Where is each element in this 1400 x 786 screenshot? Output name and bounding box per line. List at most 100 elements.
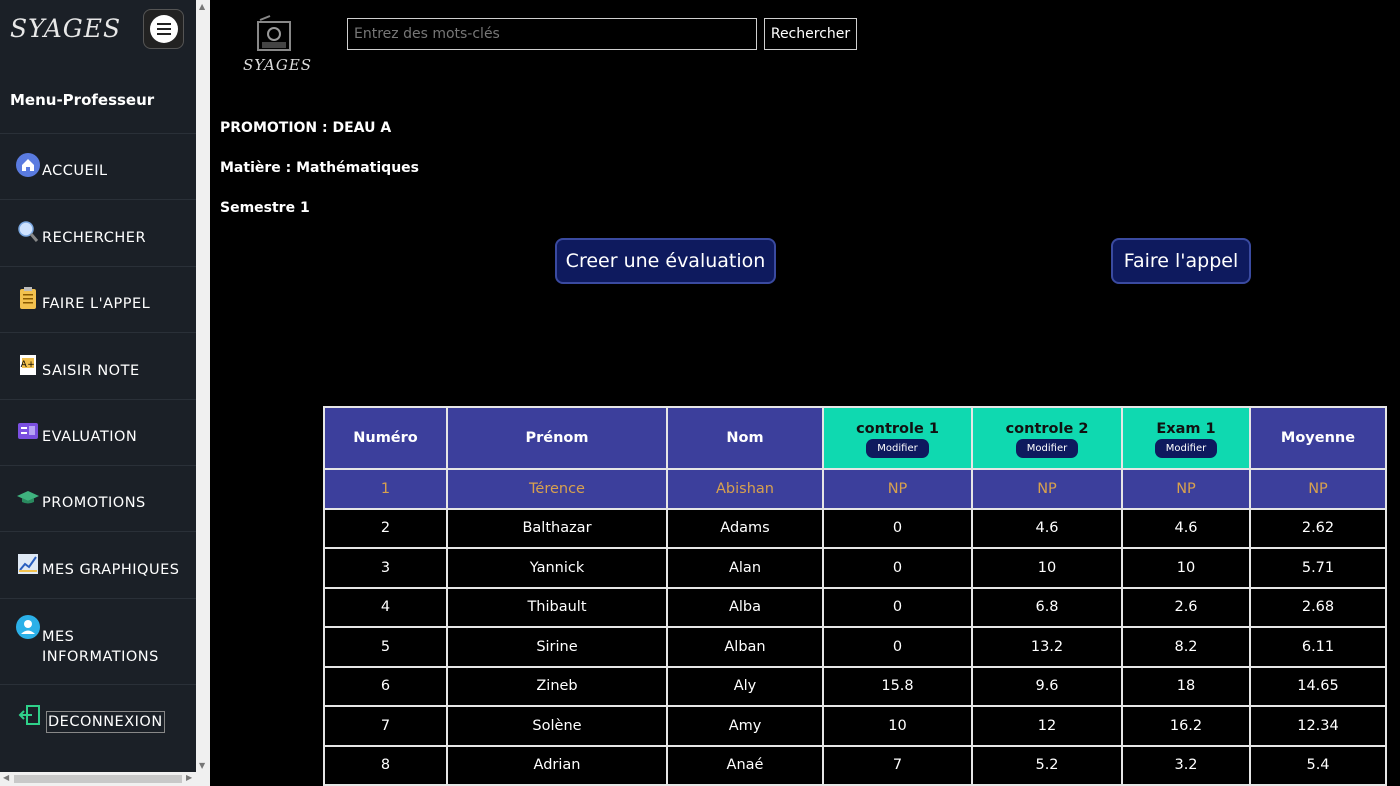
table-cell: 7 (323, 705, 448, 747)
sidebar-item-saisir-note[interactable]: A+ SAISIR NOTE (0, 332, 196, 399)
sidebar-item-faire-appel[interactable]: FAIRE L'APPEL (0, 266, 196, 332)
brand-logo: SYAGES (10, 14, 122, 43)
table-cell: 14.65 (1249, 665, 1387, 707)
column-header-nom: Nom (666, 406, 824, 470)
table-cell: 0 (822, 547, 973, 589)
sidebar-item-label: PROMOTIONS (42, 495, 146, 511)
scroll-up-arrow-icon[interactable]: ▲ (199, 2, 205, 11)
sidebar-item-rechercher[interactable]: RECHERCHER (0, 199, 196, 266)
grade-icon: A+ (20, 355, 36, 375)
table-row: 2 Balthazar Adams 0 4.6 4.6 2.62 (323, 507, 1387, 549)
table-cell: 6 (323, 665, 448, 707)
table-cell: 1 (323, 468, 448, 510)
search-button[interactable]: Rechercher (764, 18, 857, 50)
sidebar-item-label: FAIRE L'APPEL (42, 296, 151, 312)
table-cell: 8.2 (1121, 626, 1251, 668)
sidebar-item-promotions[interactable]: PROMOTIONS (0, 465, 196, 531)
table-cell: Alan (666, 547, 824, 589)
home-icon (16, 153, 40, 177)
table-cell: 4.6 (971, 507, 1123, 549)
table-row: 4 Thibault Alba 0 6.8 2.6 2.68 (323, 586, 1387, 628)
scroll-left-arrow-icon[interactable]: ◀ (3, 773, 9, 782)
table-cell: 0 (822, 626, 973, 668)
table-cell: 4.6 (1121, 507, 1251, 549)
sidebar-item-label: MES GRAPHIQUES (42, 562, 180, 578)
sidebar-item-mes-graphiques[interactable]: MES GRAPHIQUES (0, 531, 196, 598)
table-cell: Thibault (446, 586, 668, 628)
table-cell: 12.34 (1249, 705, 1387, 747)
table-row: 8 Adrian Anaé 7 5.2 3.2 5.4 (323, 744, 1387, 786)
table-cell: 5 (323, 626, 448, 668)
table-cell: 0 (822, 586, 973, 628)
chart-icon (18, 554, 38, 574)
table-cell: 10 (971, 547, 1123, 589)
sidebar-item-evaluation[interactable]: EVALUATION (0, 399, 196, 465)
table-row: 6 Zineb Aly 15.8 9.6 18 14.65 (323, 665, 1387, 707)
table-cell: Sirine (446, 626, 668, 668)
hamburger-icon (149, 15, 178, 43)
sidebar-item-label: MES INFORMATIONS (42, 629, 159, 665)
table-cell: 10 (822, 705, 973, 747)
table-cell: Adrian (446, 744, 668, 786)
sidebar: SYAGES Menu-Professeur ACCUEIL RECHERCHE… (0, 0, 196, 772)
modify-controle-2-button[interactable]: Modifier (1015, 438, 1079, 458)
table-cell: 2.6 (1121, 586, 1251, 628)
table-cell: Solène (446, 705, 668, 747)
table-cell: Balthazar (446, 507, 668, 549)
table-cell: Amy (666, 705, 824, 747)
table-cell: 3 (323, 547, 448, 589)
scroll-right-arrow-icon[interactable]: ▶ (186, 773, 192, 782)
search-icon (18, 221, 39, 242)
table-cell: NP (971, 468, 1123, 510)
table-cell: NP (1121, 468, 1251, 510)
logout-icon (18, 705, 40, 725)
sidebar-item-label: SAISIR NOTE (42, 363, 140, 379)
table-cell: Térence (446, 468, 668, 510)
user-icon (16, 615, 40, 639)
table-cell: NP (822, 468, 973, 510)
table-cell: 5.4 (1249, 744, 1387, 786)
table-cell: Adams (666, 507, 824, 549)
sidebar-item-deconnexion[interactable]: DECONNEXION (0, 684, 196, 772)
scroll-down-arrow-icon[interactable]: ▼ (199, 761, 205, 770)
promotion-label: PROMOTION : DEAU A (220, 120, 392, 136)
sidebar-item-label: RECHERCHER (42, 230, 147, 246)
table-cell: Alba (666, 586, 824, 628)
column-header-label: Exam 1 (1156, 420, 1216, 437)
table-cell: 15.8 (822, 665, 973, 707)
sidebar-item-accueil[interactable]: ACCUEIL (0, 133, 196, 199)
scrollbar-thumb[interactable] (14, 775, 182, 783)
graduation-cap-icon (17, 491, 39, 504)
table-cell: 7 (822, 744, 973, 786)
modify-exam-1-button[interactable]: Modifier (1154, 438, 1218, 458)
sidebar-horizontal-scrollbar[interactable]: ◀ ▶ (0, 772, 210, 786)
table-cell: 2.68 (1249, 586, 1387, 628)
sidebar-vertical-scrollbar[interactable]: ▲ ▼ (196, 0, 210, 772)
take-attendance-button[interactable]: Faire l'appel (1111, 238, 1251, 284)
sidebar-item-label: EVALUATION (42, 429, 138, 445)
column-header-moyenne: Moyenne (1249, 406, 1387, 470)
create-evaluation-button[interactable]: Creer une évaluation (555, 238, 776, 284)
table-header-row: Numéro Prénom Nom controle 1 Modifier co… (323, 406, 1387, 470)
table-cell: 2.62 (1249, 507, 1387, 549)
search-input[interactable] (347, 18, 757, 50)
evaluation-icon (18, 423, 38, 439)
table-cell: Anaé (666, 744, 824, 786)
table-cell: 18 (1121, 665, 1251, 707)
sidebar-item-label: DECONNEXION (46, 711, 165, 733)
table-cell: 4 (323, 586, 448, 628)
modify-controle-1-button[interactable]: Modifier (866, 438, 929, 458)
table-row: 5 Sirine Alban 0 13.2 8.2 6.11 (323, 626, 1387, 668)
table-cell: 12 (971, 705, 1123, 747)
table-cell: 5.2 (971, 744, 1123, 786)
svg-text:A+: A+ (21, 360, 36, 370)
table-row: 7 Solène Amy 10 12 16.2 12.34 (323, 705, 1387, 747)
sidebar-item-mes-informations[interactable]: MES INFORMATIONS (0, 598, 196, 684)
table-cell: Alban (666, 626, 824, 668)
clipboard-icon (20, 287, 36, 309)
table-cell: Abishan (666, 468, 824, 510)
table-cell: 9.6 (971, 665, 1123, 707)
menu-toggle-button[interactable] (143, 9, 184, 49)
column-header-controle-1: controle 1 Modifier (822, 406, 973, 470)
column-header-numero: Numéro (323, 406, 448, 470)
